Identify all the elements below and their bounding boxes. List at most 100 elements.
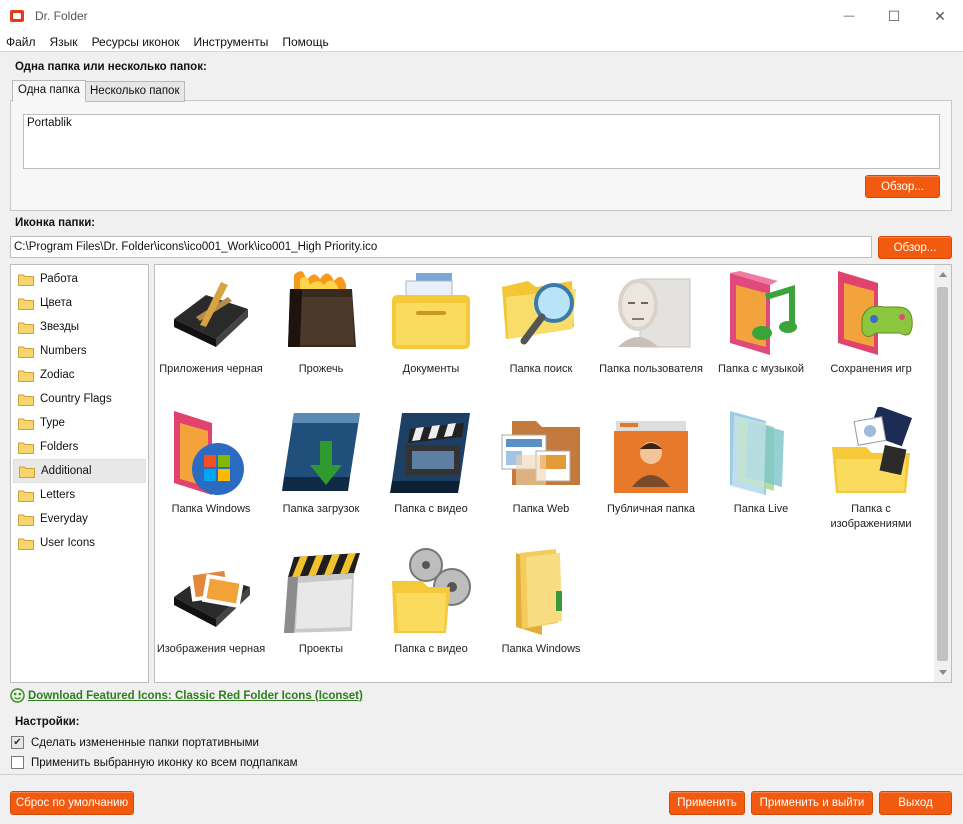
footer-divider: [0, 774, 963, 775]
category-item[interactable]: Numbers: [13, 339, 146, 363]
folder-icon: [18, 322, 34, 334]
category-item[interactable]: Zodiac: [13, 363, 146, 387]
category-item[interactable]: Folders: [13, 435, 146, 459]
featured-icons-link[interactable]: Download Featured Icons: Classic Red Fol…: [10, 688, 363, 703]
icon-tile[interactable]: Прожечь: [266, 265, 376, 405]
minimize-button[interactable]: —: [826, 0, 872, 32]
tab-single-folder[interactable]: Одна папка: [12, 80, 86, 102]
subfolders-checkbox[interactable]: [11, 756, 24, 769]
apply-and-exit-button[interactable]: Применить и выйти: [751, 791, 873, 815]
category-item[interactable]: Звезды: [13, 315, 146, 339]
vertical-scrollbar[interactable]: [934, 265, 951, 682]
icon-tile[interactable]: Сохранения игр: [816, 265, 926, 405]
menu-help[interactable]: Помощь: [275, 32, 335, 52]
video-folder-dark-icon: [390, 413, 470, 493]
category-item[interactable]: User Icons: [13, 531, 146, 555]
subfolders-option[interactable]: Применить выбранную иконку ко всем подпа…: [11, 756, 298, 769]
icon-tile[interactable]: Папка поиск: [486, 265, 596, 405]
menu-tools[interactable]: Инструменты: [187, 32, 276, 52]
menu-file[interactable]: Файл: [0, 32, 43, 52]
icon-caption: Папка загрузок: [282, 503, 360, 515]
apply-button[interactable]: Применить: [669, 791, 745, 815]
icon-caption: Папка с видео: [394, 643, 468, 655]
live-folder-icon: [730, 411, 784, 495]
icon-tile[interactable]: Папка загрузок: [266, 405, 376, 545]
projects-folder-icon: [284, 553, 360, 633]
downloads-folder-icon: [282, 413, 360, 491]
category-item[interactable]: Everyday: [13, 507, 146, 531]
icon-caption: Приложения черная: [159, 363, 263, 375]
subfolders-label: Применить выбранную иконку ко всем подпа…: [31, 756, 298, 769]
icon-tile[interactable]: Изображения черная: [156, 545, 266, 682]
icon-caption: Публичная папка: [606, 503, 696, 515]
icon-tile[interactable]: Приложения черная: [156, 265, 266, 405]
category-label: Звезды: [40, 321, 80, 333]
icon-path-input[interactable]: C:\Program Files\Dr. Folder\icons\ico001…: [10, 236, 872, 258]
checkmark-icon: ✔: [13, 737, 22, 748]
category-list: Работа Цвета Звезды Numbers Zodiac Count…: [10, 264, 149, 683]
browse-icon-button[interactable]: Обзор...: [878, 236, 952, 259]
category-label: Everyday: [40, 513, 88, 525]
portable-checkbox[interactable]: ✔: [11, 736, 24, 749]
menu-language[interactable]: Язык: [43, 32, 85, 52]
folder-icon: [18, 538, 34, 550]
windows-folder-icon: [174, 411, 244, 495]
icon-caption: Папка поиск: [509, 363, 573, 375]
category-item[interactable]: Type: [13, 411, 146, 435]
icon-tile[interactable]: Проекты: [266, 545, 376, 682]
reset-defaults-button[interactable]: Сброс по умолчанию: [10, 791, 134, 815]
category-item-selected[interactable]: Additional: [13, 459, 146, 483]
icon-caption: Папка Live: [733, 503, 789, 515]
icon-tile[interactable]: Папка с видео: [376, 405, 486, 545]
burn-folder-icon: [288, 271, 356, 347]
video-folder-reel-icon: [392, 548, 471, 633]
maximize-button[interactable]: ☐: [871, 0, 917, 32]
game-saves-folder-icon: [838, 271, 913, 355]
exit-button[interactable]: Выход: [879, 791, 952, 815]
icon-tile[interactable]: Публичная папка: [596, 405, 706, 545]
category-item[interactable]: Country Flags: [13, 387, 146, 411]
icon-tile[interactable]: Папка Windows: [486, 545, 596, 682]
tab-multiple-folders[interactable]: Несколько папок: [84, 81, 186, 102]
user-folder-icon: [618, 278, 691, 348]
close-icon: ✕: [934, 7, 946, 24]
category-item[interactable]: Цвета: [13, 291, 146, 315]
documents-folder-icon: [392, 273, 470, 349]
icon-tile[interactable]: Папка Windows: [156, 405, 266, 545]
scrollbar-thumb[interactable]: [937, 287, 948, 661]
images-folder-icon: [832, 407, 913, 493]
icon-tile[interactable]: Папка Web: [486, 405, 596, 545]
icon-caption: Папка Web: [512, 503, 570, 515]
folder-path-input[interactable]: Portablik: [23, 114, 940, 169]
menu-bar: Файл Язык Ресурсы иконок Инструменты Пом…: [0, 32, 963, 52]
close-button[interactable]: ✕: [917, 0, 963, 32]
maximize-icon: ☐: [887, 7, 901, 24]
folders-label: Одна папка или несколько папок:: [15, 61, 207, 73]
window-title: Dr. Folder: [35, 9, 88, 23]
icon-caption: Сохранения игр: [830, 363, 912, 375]
icon-tile[interactable]: Папка Live: [706, 405, 816, 545]
category-label: Letters: [40, 489, 76, 501]
app-icon: [10, 10, 24, 22]
icon-grid: Приложения черная Прожечь Документы Папк…: [154, 264, 952, 683]
icon-caption: Папка пользователя: [599, 363, 703, 375]
black-apps-folder-icon: [174, 282, 248, 347]
icon-tile[interactable]: Папка с музыкой: [706, 265, 816, 405]
category-label: Цвета: [40, 297, 73, 309]
scroll-down-icon[interactable]: [934, 664, 951, 681]
icon-tile[interactable]: Документы: [376, 265, 486, 405]
menu-icon-resources[interactable]: Ресурсы иконок: [85, 32, 187, 52]
icon-tile[interactable]: Папка с изображениями: [816, 405, 926, 545]
browse-folder-button[interactable]: Обзор...: [865, 175, 940, 198]
portable-option[interactable]: ✔ Сделать измененные папки портативными: [11, 736, 259, 749]
featured-link-text: Download Featured Icons: Classic Red Fol…: [28, 689, 363, 702]
icon-tile[interactable]: Папка с видео: [376, 545, 486, 682]
scroll-up-icon[interactable]: [934, 266, 951, 283]
category-item[interactable]: Letters: [13, 483, 146, 507]
category-item[interactable]: Работа: [13, 267, 146, 291]
icon-caption: Папка с музыкой: [717, 363, 805, 375]
folder-icon: [18, 298, 34, 310]
icon-caption: Папка с видео: [394, 503, 468, 515]
icon-tile[interactable]: Папка пользователя: [596, 265, 706, 405]
folder-icon: [18, 490, 34, 502]
